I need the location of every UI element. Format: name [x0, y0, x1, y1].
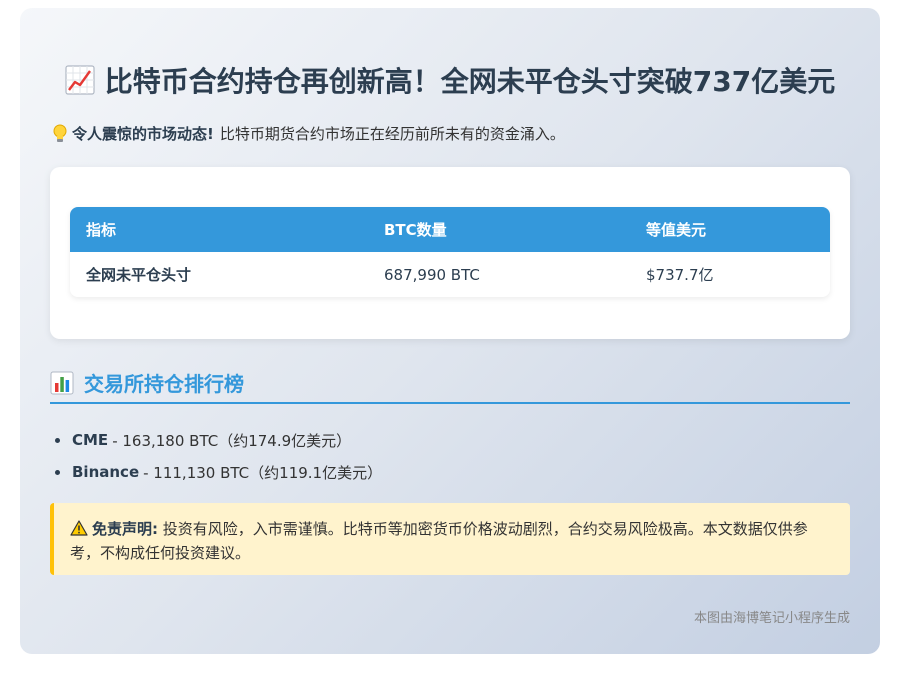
intro-paragraph: 令人震惊的市场动态! 比特币期货合约市场正在经历前所未有的资金涌入。 [52, 123, 565, 144]
bullet [55, 437, 60, 443]
positions-table: 指标 BTC数量 等值美元 全网未平仓头寸 687,990 BTC $737.7… [70, 207, 830, 297]
disclaimer-text: 投资有风险，入市需谨慎。比特币等加密货币价格波动剧烈，合约交易风险极高。本文数据… [70, 520, 808, 562]
table-row: 全网未平仓头寸 687,990 BTC $737.7亿 [70, 252, 830, 297]
exchange-name: CME [72, 431, 109, 449]
light-bulb-icon [53, 124, 67, 142]
list-item: CME - 163,180 BTC（约174.9亿美元） [50, 424, 382, 456]
chart-increasing-icon [65, 65, 95, 95]
exchange-name: Binance [72, 463, 140, 481]
ranking-heading: 交易所持仓排行榜 [50, 368, 244, 397]
warning-icon [70, 520, 88, 536]
list-item: Binance - 111,130 BTC（约119.1亿美元） [50, 456, 382, 488]
intro-label: 令人震惊的市场动态! [72, 125, 214, 143]
cell-usd-value: $737.7亿 [646, 266, 714, 284]
ranking-list: CME - 163,180 BTC（约174.9亿美元） Binance - 1… [50, 424, 382, 488]
section-divider [50, 402, 850, 404]
exchange-detail: - 111,130 BTC（约119.1亿美元） [143, 463, 383, 482]
footer-credit: 本图由海博笔记小程序生成 [693, 611, 850, 626]
exchange-detail: - 163,180 BTC（约174.9亿美元） [112, 431, 352, 450]
cell-metric: 全网未平仓头寸 [86, 266, 192, 284]
disclaimer-box: 免责声明: 投资有风险，入市需谨慎。比特币等加密货币价格波动剧烈，合约交易风险极… [50, 503, 850, 575]
content-card: 比特币合约持仓再创新高！全网未平仓头寸突破737亿美元 令人震惊的市场动态! 比… [20, 8, 880, 654]
table-header-row: 指标 BTC数量 等值美元 [70, 207, 830, 252]
page-title: 比特币合约持仓再创新高！全网未平仓头寸突破737亿美元 [20, 60, 880, 100]
page-title-text: 比特币合约持仓再创新高！全网未平仓头寸突破737亿美元 [104, 65, 836, 98]
intro-text: 比特币期货合约市场正在经历前所未有的资金涌入。 [219, 125, 565, 143]
bar-chart-icon [50, 371, 74, 394]
header-metric: 指标 [86, 221, 117, 239]
bullet [55, 469, 60, 475]
cell-btc-amount: 687,990 BTC [384, 265, 480, 284]
ranking-title: 交易所持仓排行榜 [84, 372, 244, 396]
header-btc-amount: BTC数量 [384, 221, 447, 239]
disclaimer-label: 免责声明: [92, 520, 158, 538]
table-container: 指标 BTC数量 等值美元 全网未平仓头寸 687,990 BTC $737.7… [50, 167, 850, 339]
header-usd-value: 等值美元 [646, 221, 707, 239]
